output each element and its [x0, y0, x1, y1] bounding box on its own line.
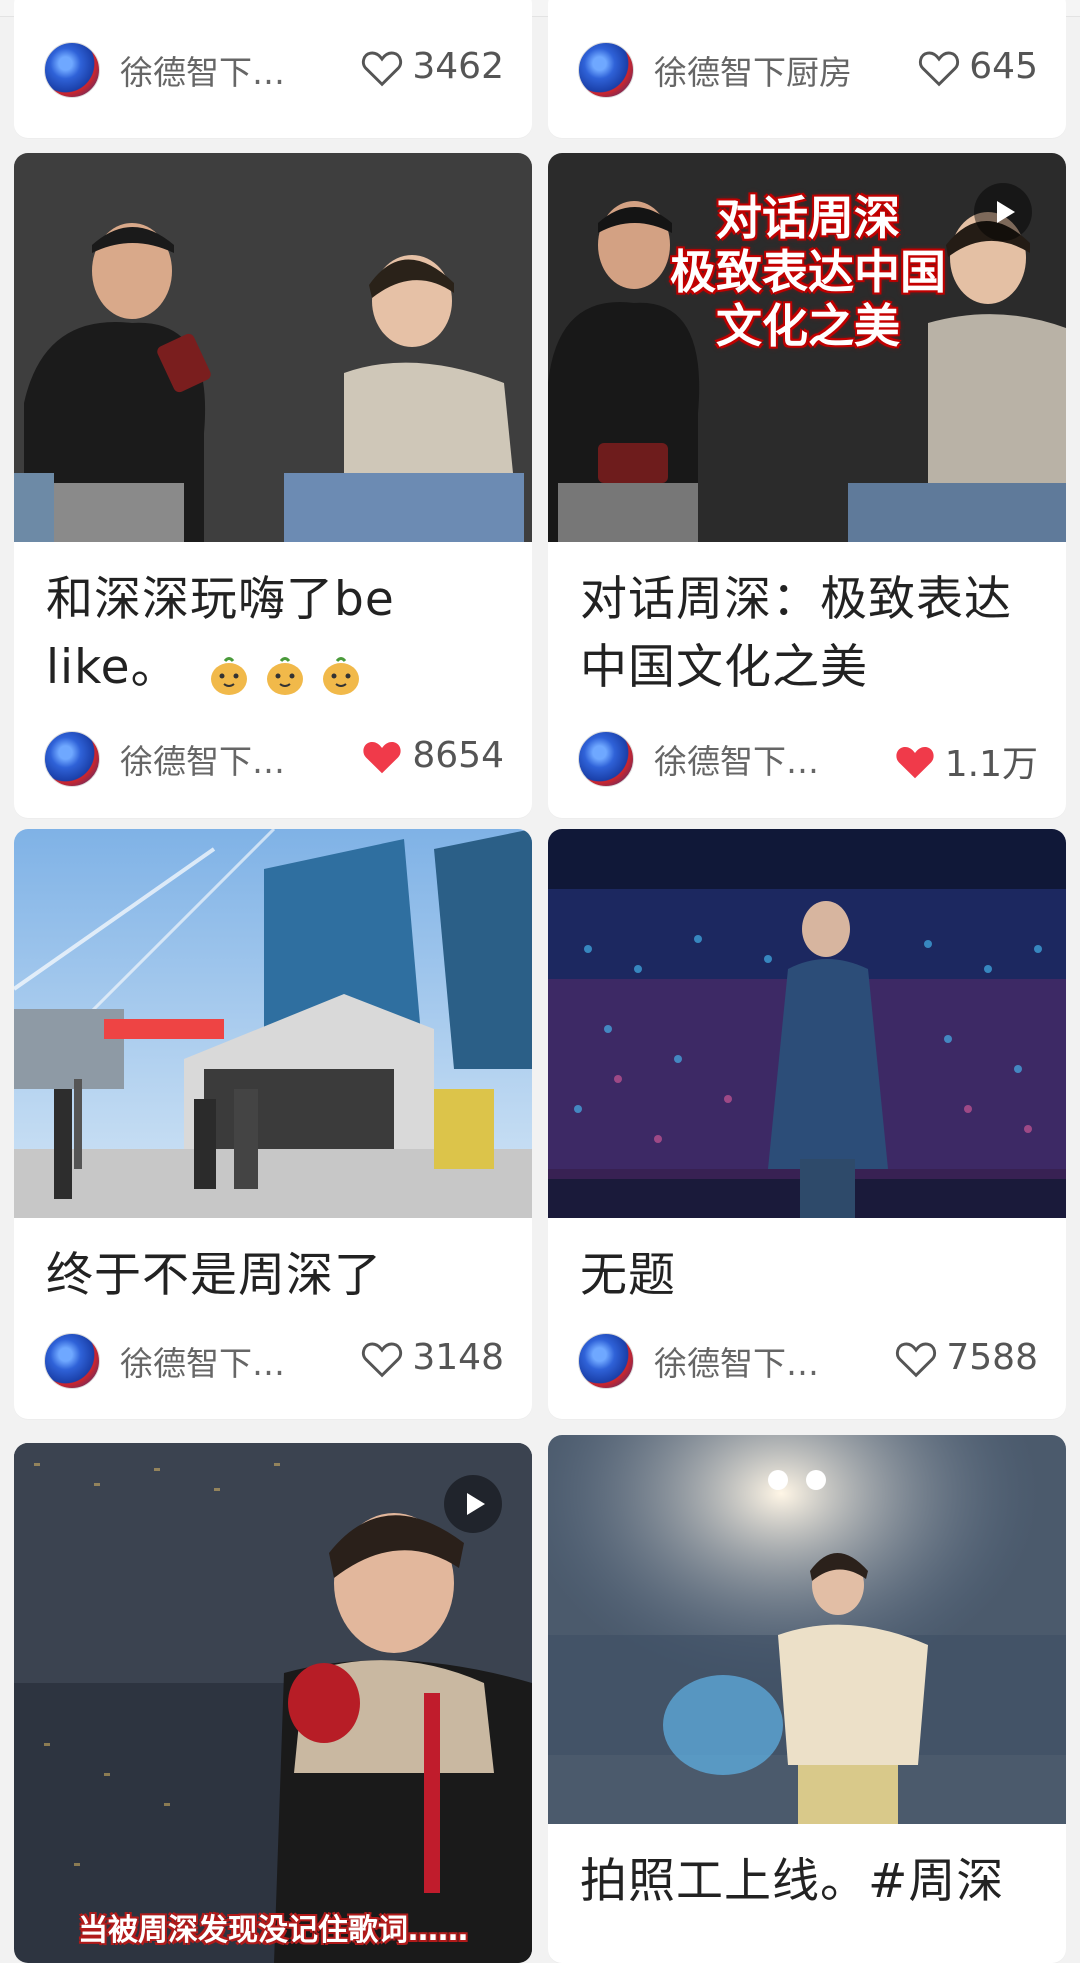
author-avatar[interactable]	[578, 731, 634, 787]
author-name[interactable]: 徐德智下…	[120, 1337, 285, 1385]
video-overlay-title: 对话周深 极致表达中国 文化之美	[628, 191, 988, 353]
like-count: 1.1万	[944, 744, 1038, 785]
like-button[interactable]: 645	[917, 46, 1038, 87]
sticker-emoji-icon	[263, 649, 307, 695]
concert-stage-photo	[548, 829, 1066, 1218]
like-count: 3462	[412, 46, 504, 87]
overlay-line: 极致表达中国	[670, 245, 946, 299]
post-image[interactable]	[548, 829, 1066, 1218]
post-video-cover[interactable]: 对话周深 极致表达中国 文化之美	[548, 153, 1066, 542]
like-button[interactable]: 3148	[360, 1337, 504, 1378]
like-count: 7588	[946, 1337, 1038, 1378]
author-name[interactable]: 徐德智下…	[120, 735, 285, 783]
author-name[interactable]: 徐德智下厨房	[654, 46, 852, 94]
play-icon	[996, 201, 1015, 223]
post-image[interactable]	[14, 153, 532, 542]
post-image[interactable]	[14, 829, 532, 1218]
post-card[interactable]: 对话周深 极致表达中国 文化之美 对话周深：极致表达中国文化之美 徐德智下… 1…	[548, 153, 1066, 818]
post-title[interactable]: 无题	[580, 1242, 1038, 1310]
sticker-emoji-icon	[207, 649, 251, 695]
author-avatar[interactable]	[578, 42, 634, 98]
post-meta: 徐德智下… 3148	[44, 1329, 504, 1389]
like-button[interactable]: 8654	[360, 735, 504, 776]
post-title[interactable]: 拍照工上线。#周深	[580, 1848, 1038, 1916]
heart-filled-icon	[363, 741, 401, 773]
post-image[interactable]	[548, 1435, 1066, 1824]
video-caption: 当被周深发现没记住歌词……	[78, 1913, 468, 1948]
like-count: 3148	[412, 1337, 504, 1378]
like-button[interactable]: 7588	[894, 1337, 1038, 1378]
post-meta: 徐德智下厨房 645	[578, 38, 1038, 98]
post-meta: 徐德智下… 1.1万	[578, 727, 1038, 787]
post-meta: 徐德智下… 7588	[578, 1329, 1038, 1389]
overlay-line: 文化之美	[716, 299, 900, 353]
post-video-cover[interactable]: 当被周深发现没记住歌词……	[14, 1443, 532, 1963]
post-card[interactable]: 和深深玩嗨了be like。 徐德智下… 8654	[14, 153, 532, 818]
post-title[interactable]: 和深深玩嗨了be like。	[46, 566, 504, 702]
author-avatar[interactable]	[578, 1333, 634, 1389]
un-headquarters-photo	[14, 829, 532, 1218]
heart-filled-icon	[896, 746, 934, 779]
author-avatar[interactable]	[44, 1333, 100, 1389]
play-button[interactable]	[974, 183, 1032, 241]
post-title[interactable]: 终于不是周深了	[46, 1242, 504, 1310]
heart-outline-icon	[896, 1342, 937, 1377]
like-count: 645	[969, 46, 1038, 87]
post-card-top-right[interactable]: 徐德智下厨房 645	[548, 0, 1066, 138]
like-button[interactable]: 1.1万	[893, 735, 1038, 787]
author-name[interactable]: 徐德智下…	[120, 46, 285, 94]
author-avatar[interactable]	[44, 731, 100, 787]
post-card[interactable]: 终于不是周深了 徐德智下… 3148	[14, 829, 532, 1419]
heart-outline-icon	[362, 1342, 403, 1377]
post-card[interactable]: 拍照工上线。#周深	[548, 1435, 1066, 1963]
post-title[interactable]: 对话周深：极致表达中国文化之美	[580, 566, 1038, 702]
heart-outline-icon	[919, 51, 960, 86]
post-card[interactable]: 无题 徐德智下… 7588	[548, 829, 1066, 1419]
heart-outline-icon	[362, 51, 403, 86]
overlay-line: 对话周深	[716, 191, 900, 245]
concert-performer-photo	[548, 1435, 1066, 1824]
like-button[interactable]: 3462	[360, 46, 504, 87]
post-meta: 徐德智下… 3462	[44, 38, 504, 98]
author-name[interactable]: 徐德智下…	[654, 735, 819, 783]
author-avatar[interactable]	[44, 42, 100, 98]
play-button[interactable]	[444, 1475, 502, 1533]
post-card-top-left[interactable]: 徐德智下… 3462	[14, 0, 532, 138]
post-card[interactable]: 当被周深发现没记住歌词……	[14, 1443, 532, 1963]
like-count: 8654	[412, 735, 504, 776]
author-name[interactable]: 徐德智下…	[654, 1337, 819, 1385]
post-meta: 徐德智下… 8654	[44, 727, 504, 787]
play-icon	[466, 1493, 485, 1515]
sticker-emoji-icon	[319, 649, 363, 695]
interview-photo	[14, 153, 532, 542]
